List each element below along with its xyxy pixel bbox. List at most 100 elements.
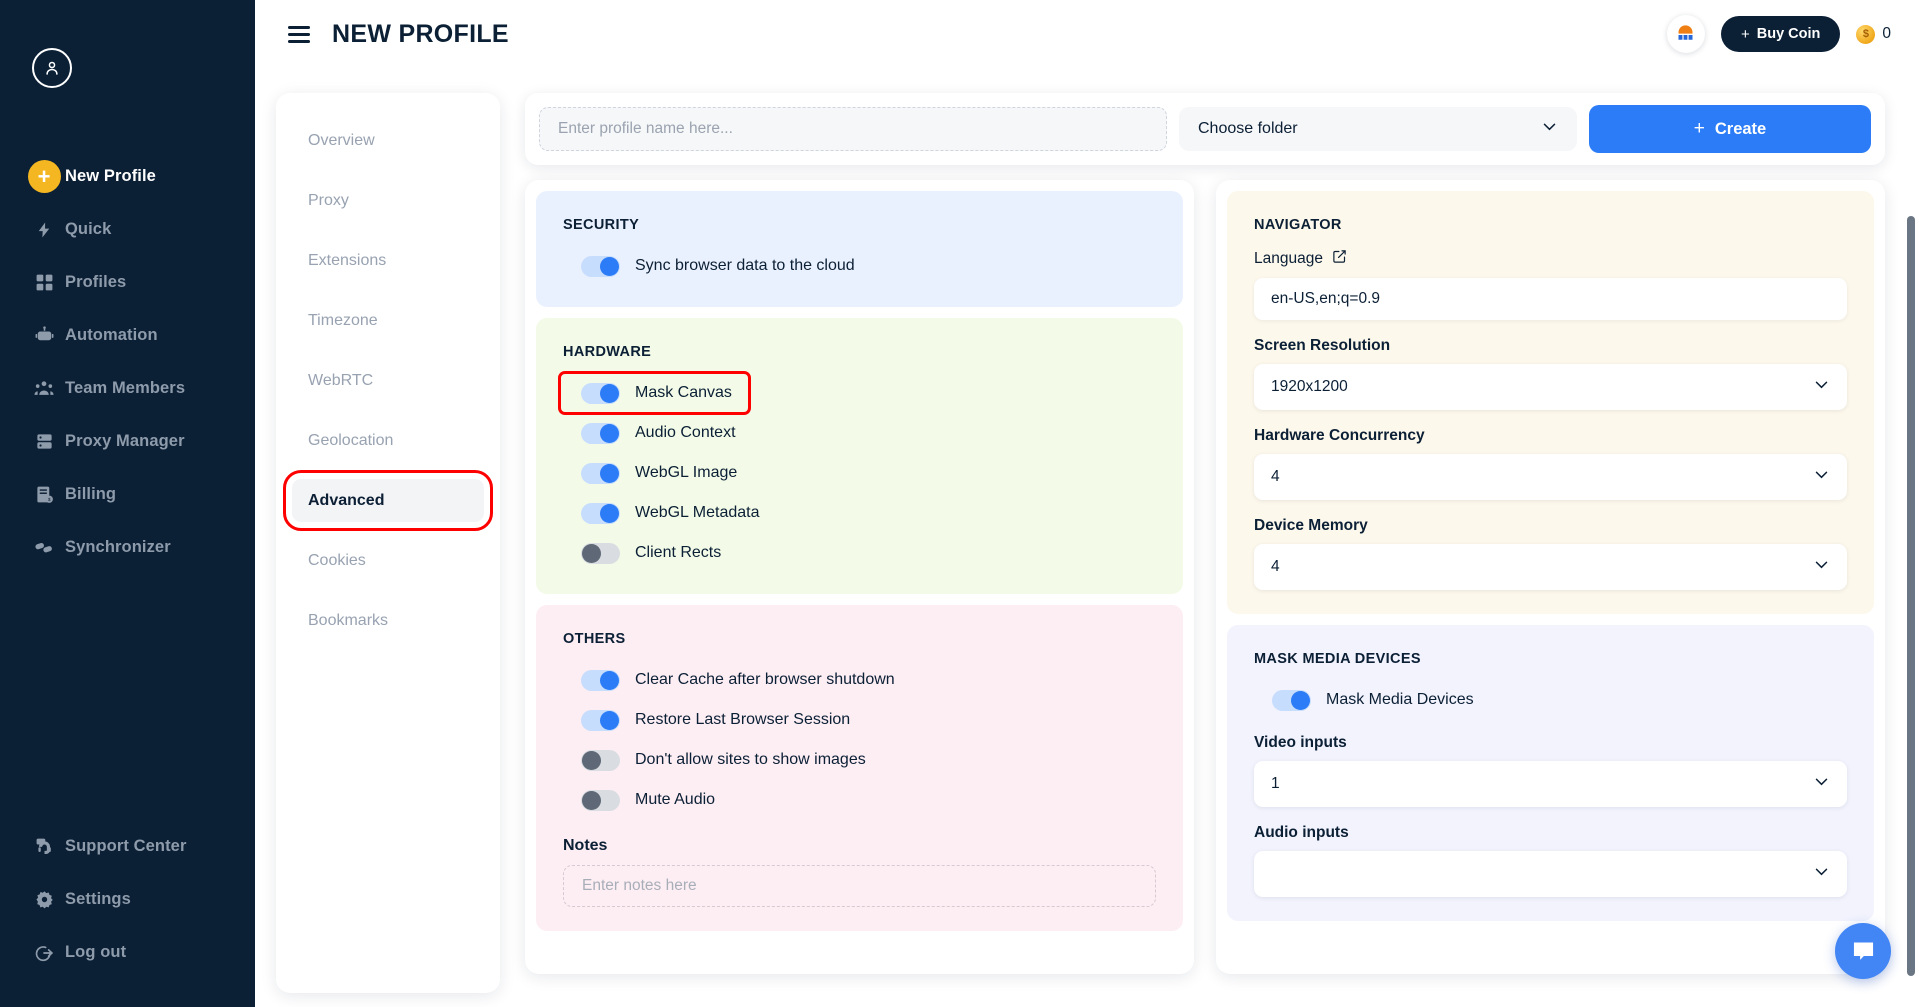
create-button[interactable]: + Create (1589, 105, 1871, 153)
sidebar-item-label: Log out (65, 943, 127, 961)
profile-name-input[interactable] (539, 107, 1167, 151)
screen-resolution-label: Screen Resolution (1254, 337, 1391, 354)
chevron-down-icon (1541, 118, 1558, 140)
sidebar-bottom-nav: Support Center Settings Log out (0, 820, 255, 979)
toggle-audio-context[interactable] (581, 422, 620, 444)
chevron-down-icon (1813, 773, 1830, 795)
sidebar-item-proxy-manager[interactable]: Proxy Manager (0, 415, 255, 468)
video-inputs-select[interactable]: 1 (1254, 761, 1847, 807)
sidebar-item-quick[interactable]: Quick (0, 203, 255, 256)
audio-inputs-select[interactable] (1254, 851, 1847, 897)
buy-coin-label: Buy Coin (1756, 26, 1821, 42)
body-region: Overview Proxy Extensions Timezone WebRT… (255, 68, 1919, 1007)
toggle-label: Mute Audio (635, 791, 716, 808)
tab-proxy[interactable]: Proxy (292, 179, 484, 222)
hamburger-icon[interactable] (288, 25, 310, 43)
toggle-mask-media-devices[interactable] (1272, 689, 1311, 711)
toggle-label: WebGL Image (635, 464, 738, 481)
screen-resolution-select[interactable]: 1920x1200 (1254, 364, 1847, 410)
toggle-row-block-images[interactable]: Don't allow sites to show images (563, 743, 1156, 777)
tab-extensions[interactable]: Extensions (292, 239, 484, 282)
hardware-concurrency-select[interactable]: 4 (1254, 454, 1847, 500)
toggle-row-sync-browser-data[interactable]: Sync browser data to the cloud (563, 249, 1156, 283)
profile-create-toolbar: Choose folder + Create (525, 93, 1885, 165)
device-memory-select[interactable]: 4 (1254, 544, 1847, 590)
toggle-row-restore-session[interactable]: Restore Last Browser Session (563, 703, 1156, 737)
coin-balance[interactable]: $ 0 (1856, 24, 1897, 44)
toggle-row-clear-cache[interactable]: Clear Cache after browser shutdown (563, 663, 1156, 697)
toggle-webgl-image[interactable] (581, 462, 620, 484)
toggle-mask-canvas[interactable] (581, 382, 620, 404)
main-area: NEW PROFILE + Buy Coin $ 0 Overview Prox (255, 0, 1919, 1007)
app-logo-icon[interactable] (1666, 15, 1705, 53)
folder-select[interactable]: Choose folder (1179, 107, 1577, 151)
language-label: Language (1254, 250, 1323, 267)
toggle-mute-audio[interactable] (581, 789, 620, 811)
tab-timezone[interactable]: Timezone (292, 299, 484, 342)
chat-bubble-glyph (1853, 942, 1873, 960)
toggle-label: WebGL Metadata (635, 504, 760, 521)
link-icon (23, 538, 65, 557)
toggle-row-audio-context[interactable]: Audio Context (563, 416, 1156, 450)
sidebar-item-log-out[interactable]: Log out (0, 926, 255, 979)
tab-bookmarks[interactable]: Bookmarks (292, 599, 484, 642)
team-icon (23, 379, 65, 398)
tab-cookies[interactable]: Cookies (292, 539, 484, 582)
toggle-row-client-rects[interactable]: Client Rects (563, 536, 1156, 570)
hardware-concurrency-label: Hardware Concurrency (1254, 427, 1425, 444)
device-memory-label: Device Memory (1254, 517, 1368, 534)
toggle-webgl-metadata[interactable] (581, 502, 620, 524)
invoice-icon: $ (23, 485, 65, 504)
sidebar-item-label: Proxy Manager (65, 432, 185, 450)
tab-geolocation[interactable]: Geolocation (292, 419, 484, 462)
toggle-row-webgl-image[interactable]: WebGL Image (563, 456, 1156, 490)
tab-webrtc[interactable]: WebRTC (292, 359, 484, 402)
chat-bubble-icon[interactable] (1835, 923, 1891, 979)
sidebar-item-synchronizer[interactable]: Synchronizer (0, 521, 255, 574)
sidebar-item-automation[interactable]: Automation (0, 309, 255, 362)
toggle-restore-session[interactable] (581, 709, 620, 731)
edit-pencil-icon[interactable] (1332, 249, 1347, 269)
tab-overview[interactable]: Overview (292, 119, 484, 162)
notes-input[interactable] (563, 865, 1156, 907)
others-section: OTHERS Clear Cache after browser shutdow… (536, 605, 1183, 931)
lightning-icon (23, 219, 65, 241)
sidebar-item-label: Support Center (65, 837, 187, 855)
vertical-scrollbar-track[interactable] (1907, 216, 1915, 1007)
toggle-row-mask-canvas[interactable]: Mask Canvas (558, 371, 751, 415)
others-title: OTHERS (563, 631, 626, 647)
toggle-label: Audio Context (635, 424, 736, 441)
device-memory-value: 4 (1271, 558, 1280, 575)
coin-amount: 0 (1882, 25, 1891, 42)
toggle-label: Mask Media Devices (1326, 691, 1474, 708)
toggle-row-mask-media-devices[interactable]: Mask Media Devices (1254, 683, 1847, 717)
sidebar-item-billing[interactable]: $ Billing (0, 468, 255, 521)
toggle-row-mute-audio[interactable]: Mute Audio (563, 783, 1156, 817)
avatar[interactable] (32, 48, 72, 88)
toggle-clear-cache[interactable] (581, 669, 620, 691)
video-inputs-value: 1 (1271, 775, 1280, 792)
plus-icon: + (1740, 25, 1750, 43)
toggle-row-webgl-metadata[interactable]: WebGL Metadata (563, 496, 1156, 530)
tab-advanced[interactable]: Advanced (283, 470, 493, 531)
sidebar-item-settings[interactable]: Settings (0, 873, 255, 926)
topbar-right-group: + Buy Coin $ 0 (1666, 15, 1897, 53)
page-title: NEW PROFILE (332, 19, 509, 48)
toggle-client-rects[interactable] (581, 542, 620, 564)
sidebar-item-team-members[interactable]: Team Members (0, 362, 255, 415)
toggle-sync-browser-data[interactable] (581, 255, 620, 277)
tab-label: Geolocation (308, 431, 394, 449)
sidebar-item-label: Synchronizer (65, 538, 171, 556)
tab-label: Bookmarks (308, 611, 389, 629)
buy-coin-button[interactable]: + Buy Coin (1720, 16, 1841, 52)
language-value-box[interactable]: en-US,en;q=0.9 (1254, 278, 1847, 320)
right-settings-panel: NAVIGATOR Language en-US,en;q=0.9 Screen… (1216, 180, 1885, 974)
toggle-label: Restore Last Browser Session (635, 711, 851, 728)
sidebar-item-new-profile[interactable]: + New Profile (0, 150, 255, 203)
vertical-scrollbar-thumb[interactable] (1907, 216, 1915, 976)
plus-icon: + (1693, 118, 1705, 139)
sidebar-item-profiles[interactable]: Profiles (0, 256, 255, 309)
toggle-block-images[interactable] (581, 749, 620, 771)
headset-icon (23, 837, 65, 856)
sidebar-item-support-center[interactable]: Support Center (0, 820, 255, 873)
